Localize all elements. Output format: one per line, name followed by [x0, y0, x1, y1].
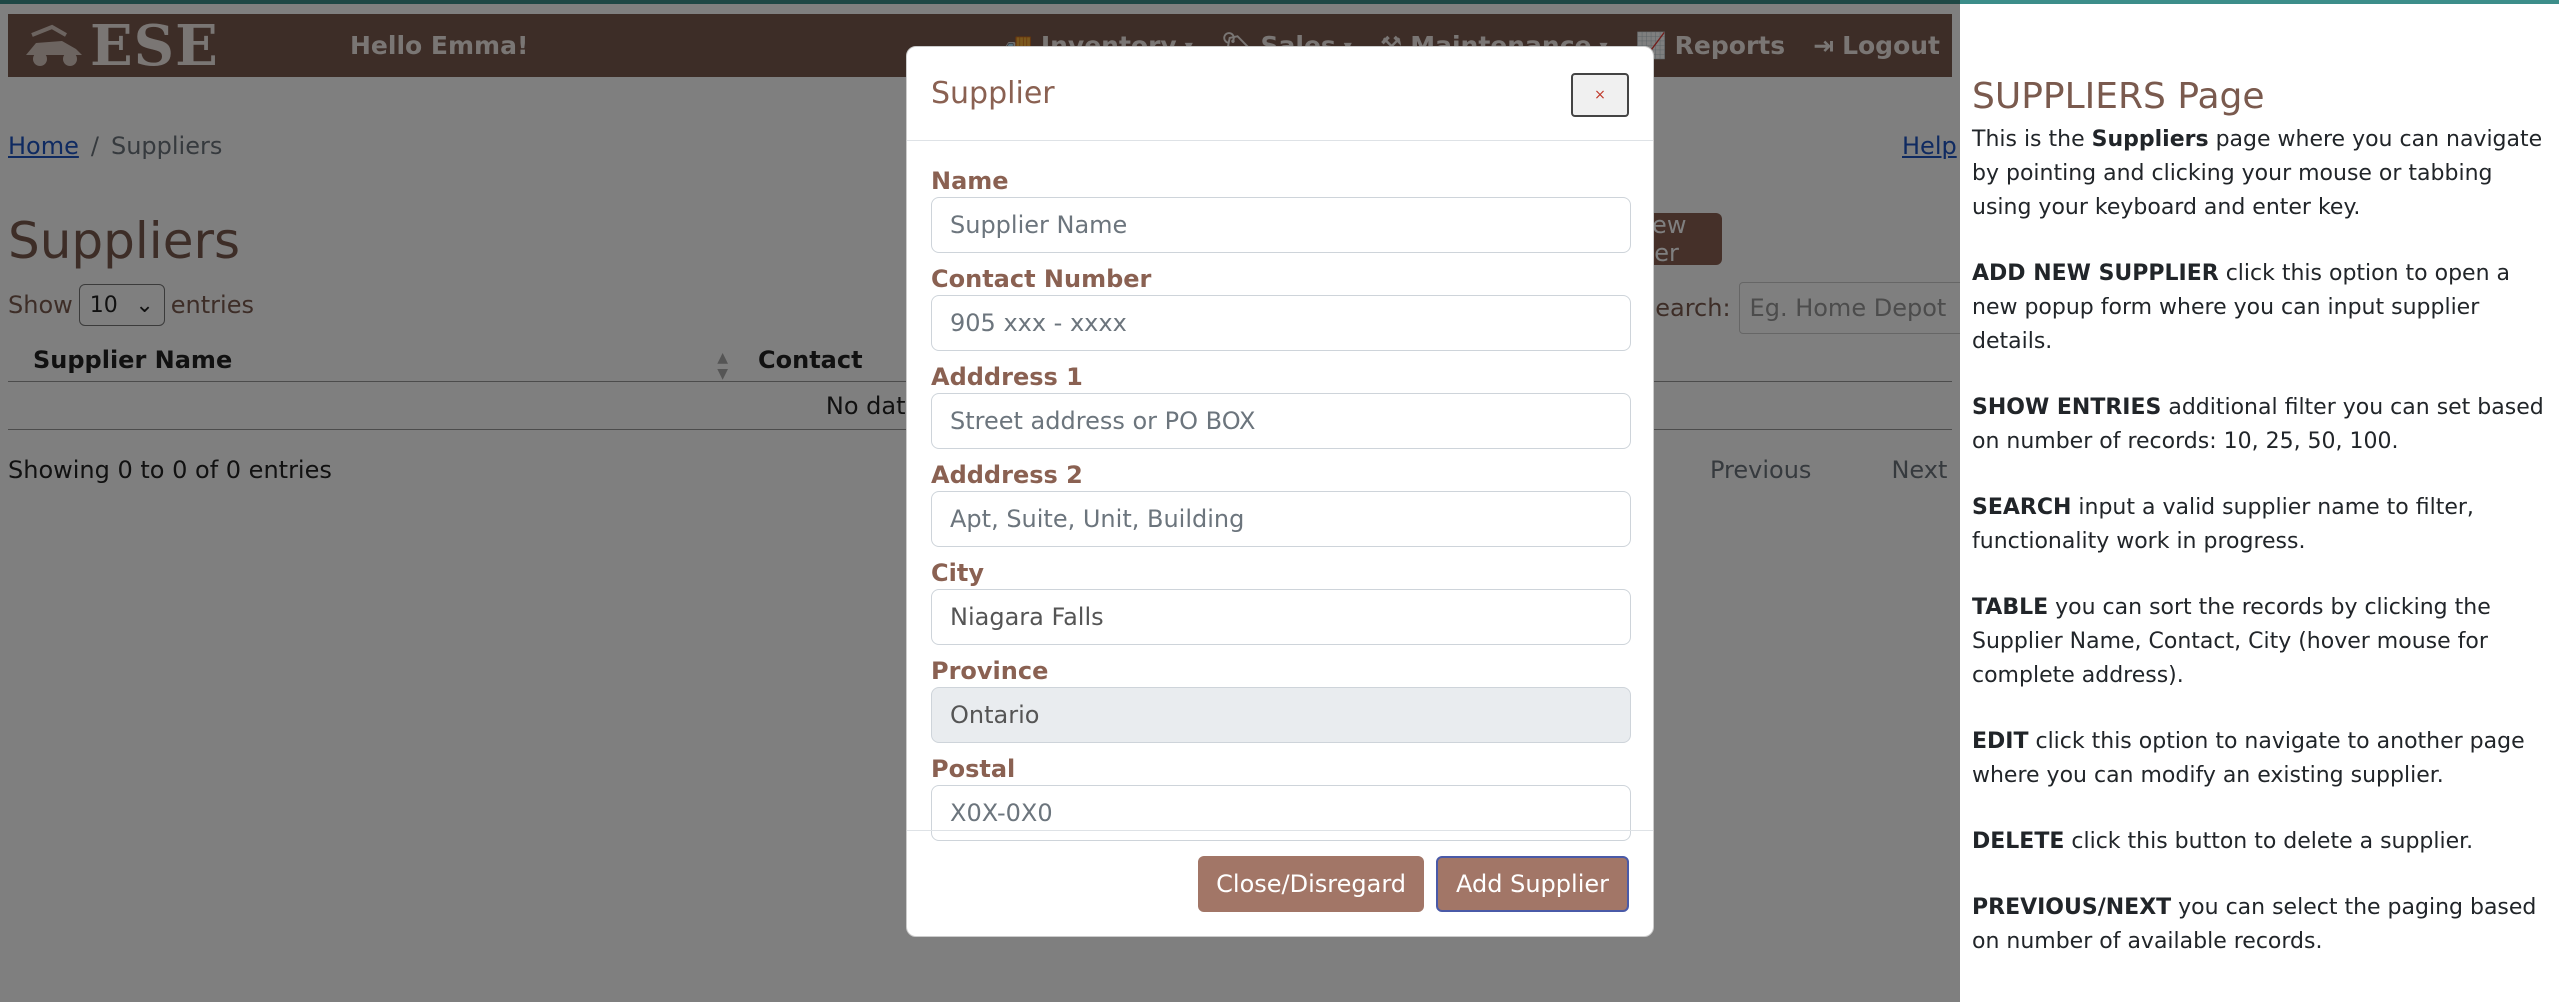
address1-label: Adddress 1: [931, 363, 1083, 391]
close-disregard-button[interactable]: Close/Disregard: [1198, 855, 1425, 912]
contact-label: Contact Number: [931, 265, 1152, 293]
name-label: Name: [931, 167, 1009, 195]
city-label: City: [931, 559, 984, 587]
help-item: SHOW ENTRIES additional filter you can s…: [1972, 395, 2544, 454]
contact-number-input[interactable]: 905 xxx - xxxx: [931, 295, 1631, 351]
modal-header: Supplier ×: [907, 47, 1653, 141]
address1-field-group: Adddress 1 Street address or PO BOX: [931, 361, 1631, 449]
modal-footer: Close/Disregard Add Supplier: [907, 830, 1653, 936]
address2-field-group: Adddress 2 Apt, Suite, Unit, Building: [931, 459, 1631, 547]
address2-label: Adddress 2: [931, 461, 1083, 489]
postal-field-group: Postal X0X-0X0: [931, 753, 1631, 841]
modal-close-button[interactable]: ×: [1571, 73, 1629, 117]
province-input: Ontario: [931, 687, 1631, 743]
supplier-modal: Supplier × Name Supplier Name Contact Nu…: [906, 46, 1654, 937]
help-intro: This is the Suppliers page where you can…: [1972, 127, 2543, 220]
help-item: PREVIOUS/NEXT you can select the paging …: [1972, 895, 2537, 954]
address1-input[interactable]: Street address or PO BOX: [931, 393, 1631, 449]
name-field-group: Name Supplier Name: [931, 165, 1631, 253]
help-panel: SUPPLIERS Page This is the Suppliers pag…: [1960, 72, 2559, 1002]
city-input[interactable]: Niagara Falls: [931, 589, 1631, 645]
close-icon: ×: [1594, 87, 1606, 103]
province-label: Province: [931, 657, 1049, 685]
modal-title: Supplier: [931, 76, 1055, 111]
help-item: TABLE you can sort the records by clicki…: [1972, 595, 2491, 688]
city-field-group: City Niagara Falls: [931, 557, 1631, 645]
postal-label: Postal: [931, 755, 1016, 783]
address2-input[interactable]: Apt, Suite, Unit, Building: [931, 491, 1631, 547]
province-field-group: Province Ontario: [931, 655, 1631, 743]
help-item: DELETE click this button to delete a sup…: [1972, 829, 2474, 854]
help-title: SUPPLIERS Page: [1972, 76, 2265, 117]
name-input[interactable]: Supplier Name: [931, 197, 1631, 253]
modal-body: Name Supplier Name Contact Number 905 xx…: [907, 141, 1653, 841]
contact-field-group: Contact Number 905 xxx - xxxx: [931, 263, 1631, 351]
main-page: ESE Hello Emma! 🚚 Inventory ▾ 🏷 Sales ▾ …: [0, 0, 2049, 1002]
add-supplier-button[interactable]: Add Supplier: [1436, 855, 1629, 912]
help-item: SEARCH input a valid supplier name to fi…: [1972, 495, 2474, 554]
help-item: ADD NEW SUPPLIER click this option to op…: [1972, 261, 2511, 354]
help-item: EDIT click this option to navigate to an…: [1972, 729, 2525, 788]
